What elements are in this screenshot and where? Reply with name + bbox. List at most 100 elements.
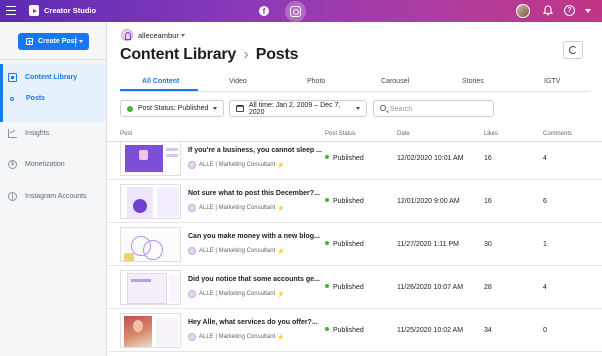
- post-thumbnail[interactable]: [120, 141, 181, 176]
- post-title[interactable]: Not sure what to post this December?...: [188, 190, 320, 197]
- chevron-down-icon[interactable]: [79, 40, 83, 43]
- search-input[interactable]: [390, 103, 490, 115]
- post-comments: 0: [543, 327, 547, 334]
- post-status: Published: [325, 155, 364, 162]
- table-row[interactable]: Did you notice that some accounts ge... …: [107, 266, 602, 309]
- table-row[interactable]: Not sure what to post this December?... …: [107, 180, 602, 223]
- post-likes: 16: [484, 155, 492, 162]
- published-dot-icon: [325, 155, 329, 159]
- post-status: Published: [325, 241, 364, 248]
- table-row[interactable]: Can you make money with a new blog... AL…: [107, 223, 602, 266]
- sidebar-item-label: Instagram Accounts: [25, 193, 87, 200]
- search-icon: [380, 105, 386, 111]
- chevron-down-icon: [356, 107, 360, 110]
- post-date: 11/26/2020 10:07 AM: [397, 284, 464, 291]
- help-icon[interactable]: ?: [564, 5, 575, 16]
- bolt-icon: ⚡: [277, 205, 285, 212]
- author-avatar: [188, 204, 196, 212]
- account-avatar[interactable]: [121, 29, 133, 41]
- money-icon: $: [8, 160, 17, 169]
- bolt-icon: ⚡: [277, 248, 285, 255]
- post-date: 12/01/2020 9:00 AM: [397, 198, 460, 205]
- post-status-filter[interactable]: Post Status: Published: [120, 100, 224, 117]
- sidebar-item-instagram-accounts[interactable]: Instagram Accounts: [8, 192, 86, 201]
- chevron-down-icon[interactable]: [585, 9, 591, 13]
- sidebar: Create Post Content Library Posts Insigh…: [0, 22, 107, 356]
- post-title[interactable]: If you're a business, you cannot sleep .…: [188, 147, 322, 154]
- post-comments: 4: [543, 155, 547, 162]
- chevron-down-icon: [213, 107, 217, 110]
- content-tabs: All Content Video Photo Carousel Stories…: [120, 75, 590, 92]
- post-author: ALLE | Marketing Consultant ⚡: [188, 333, 285, 341]
- library-icon: [8, 73, 17, 82]
- tab-carousel[interactable]: Carousel: [381, 78, 409, 85]
- active-tab-underline: [120, 89, 198, 91]
- post-comments: 6: [543, 198, 547, 205]
- facebook-icon[interactable]: f: [259, 6, 269, 16]
- create-post-button[interactable]: Create Post: [18, 33, 89, 50]
- sidebar-item-monetization[interactable]: $ Monetization: [8, 160, 65, 169]
- post-status-label: Published: [333, 198, 364, 205]
- creator-studio-icon: [29, 5, 39, 16]
- tab-igtv[interactable]: IGTV: [544, 78, 560, 85]
- table-row[interactable]: If you're a business, you cannot sleep .…: [107, 137, 602, 180]
- post-title[interactable]: Can you make money with a new blog...: [188, 233, 320, 240]
- instagram-tab[interactable]: [285, 1, 306, 22]
- tab-stories[interactable]: Stories: [462, 78, 484, 85]
- post-title[interactable]: Did you notice that some accounts ge...: [188, 276, 320, 283]
- post-author: ALLE | Marketing Consultant ⚡: [188, 161, 285, 169]
- post-status: Published: [325, 198, 364, 205]
- post-date: 11/25/2020 10:02 AM: [397, 327, 464, 334]
- post-thumbnail[interactable]: [120, 270, 181, 305]
- account-switcher[interactable]: alleceambur: [138, 31, 179, 40]
- refresh-icon: [569, 46, 577, 54]
- sidebar-item-label: Monetization: [25, 161, 65, 168]
- author-name: ALLE | Marketing Consultant: [199, 334, 276, 340]
- post-likes: 28: [484, 284, 492, 291]
- instagram-icon: [290, 6, 301, 17]
- app-title: Creator Studio: [44, 6, 97, 15]
- chevron-down-icon[interactable]: [181, 34, 185, 37]
- post-status-label: Published: [333, 327, 364, 334]
- post-thumbnail[interactable]: [120, 313, 181, 348]
- post-likes: 30: [484, 241, 492, 248]
- sub-item-dot-icon: [10, 96, 14, 101]
- table-row[interactable]: Hey Alle, what services do you offer?...…: [107, 309, 602, 352]
- sidebar-item-posts[interactable]: Posts: [8, 95, 45, 102]
- post-likes: 34: [484, 327, 492, 334]
- tab-all-content[interactable]: All Content: [142, 78, 179, 85]
- sidebar-item-label: Posts: [26, 95, 46, 102]
- author-avatar: [188, 161, 196, 169]
- published-status-icon: [127, 105, 133, 112]
- post-status-label: Published: [333, 284, 364, 291]
- post-status: Published: [325, 284, 364, 291]
- profile-avatar[interactable]: [516, 4, 530, 18]
- author-avatar: [188, 247, 196, 255]
- post-date: 12/02/2020 10:01 AM: [397, 155, 464, 162]
- post-title[interactable]: Hey Alle, what services do you offer?...: [188, 319, 318, 326]
- sidebar-item-insights[interactable]: Insights: [8, 129, 49, 138]
- refresh-button[interactable]: [563, 41, 583, 59]
- breadcrumb-content-library[interactable]: Content Library: [120, 46, 236, 63]
- post-status-label: Published: [333, 241, 364, 248]
- published-dot-icon: [325, 241, 329, 245]
- sidebar-item-label: Content Library: [25, 74, 78, 81]
- post-date: 11/27/2020 1:11 PM: [397, 241, 460, 248]
- tab-photo[interactable]: Photo: [307, 78, 325, 85]
- sidebar-item-content-library[interactable]: Content Library: [8, 73, 77, 82]
- calendar-icon: [236, 105, 244, 112]
- post-author: ALLE | Marketing Consultant ⚡: [188, 247, 285, 255]
- post-thumbnail[interactable]: [120, 227, 181, 262]
- date-range-filter[interactable]: All time: Jan 2, 2009 – Dec 7, 2020: [229, 100, 367, 117]
- search-box[interactable]: [373, 100, 494, 117]
- post-status: Published: [325, 327, 364, 334]
- bell-icon[interactable]: [543, 5, 553, 16]
- published-dot-icon: [325, 284, 329, 288]
- bolt-icon: ⚡: [277, 162, 285, 169]
- plus-icon: [26, 38, 33, 45]
- tab-video[interactable]: Video: [229, 78, 247, 85]
- post-author: ALLE | Marketing Consultant ⚡: [188, 290, 285, 298]
- post-thumbnail[interactable]: [120, 184, 181, 219]
- menu-icon[interactable]: [6, 6, 16, 15]
- breadcrumb-current: Posts: [255, 46, 299, 63]
